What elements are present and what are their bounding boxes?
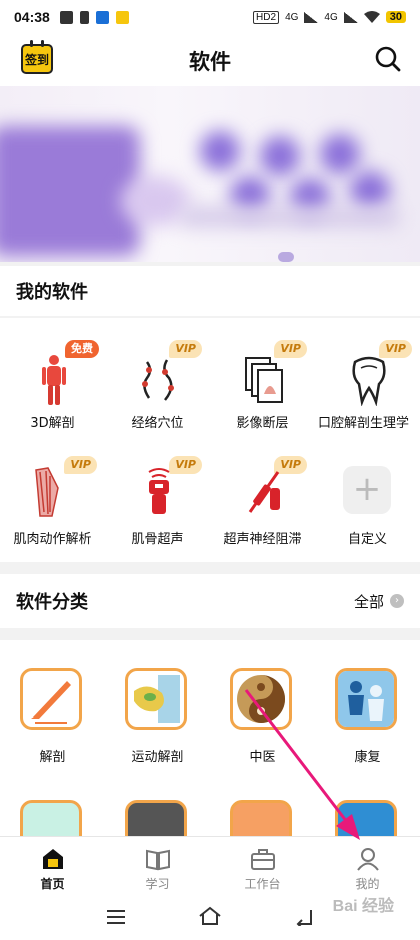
- status-time: 04:38: [14, 9, 50, 25]
- view-all-button[interactable]: 全部 ›: [354, 591, 404, 612]
- app-label: 经络穴位: [131, 416, 184, 431]
- chevron-right-icon: ›: [390, 594, 404, 608]
- app-msk-ultrasound[interactable]: VIP 肌骨超声: [105, 446, 210, 556]
- cases-icon: [335, 800, 397, 836]
- categories-header: 软件分类 全部 ›: [0, 574, 420, 628]
- battery-icon: 30: [385, 11, 406, 23]
- wifi-icon: [363, 11, 380, 23]
- sim-icon: [79, 10, 89, 24]
- my-software-grid: 免费 3D解剖 VIP 经络穴位 VIP 影像断层 VIP 口腔解剖生理学 VI…: [0, 318, 420, 562]
- tab-mine[interactable]: 我的: [315, 837, 420, 894]
- notification-icon: [59, 10, 73, 24]
- category-label: 中医: [249, 750, 276, 765]
- tooth-category-icon: [20, 800, 82, 836]
- hd-indicator: HD2: [253, 10, 280, 24]
- app-label: 口腔解剖生理学: [317, 416, 409, 431]
- taiji-icon: [230, 668, 292, 730]
- xray-icon: [125, 800, 187, 836]
- vip-badge: VIP: [64, 456, 97, 474]
- category-sports-anatomy[interactable]: 运动解剖: [105, 668, 210, 788]
- category-label: 康复: [354, 750, 381, 765]
- category-anatomy[interactable]: 解剖: [0, 668, 105, 788]
- banner-graphic: [200, 131, 240, 171]
- app-custom[interactable]: + 自定义: [315, 446, 420, 556]
- banner-graphic: [260, 136, 300, 176]
- search-icon[interactable]: [374, 45, 402, 73]
- meridian-icon: [142, 359, 174, 401]
- tab-learn[interactable]: 学习: [105, 837, 210, 894]
- muscle-icon: [35, 467, 59, 517]
- tooth-icon: [352, 356, 386, 406]
- briefcase-icon: [250, 849, 275, 870]
- app-label: 3D解剖: [30, 416, 75, 431]
- my-software-header: 我的软件: [0, 266, 420, 316]
- tab-label: 工作台: [244, 877, 281, 891]
- home-icon: [42, 849, 63, 869]
- ultrasound-probe-icon: [148, 468, 170, 514]
- tab-workbench[interactable]: 工作台: [210, 837, 315, 894]
- app-label: 肌肉动作解析: [13, 532, 92, 547]
- section-title: 我的软件: [16, 282, 88, 303]
- app-label: 肌骨超声: [131, 532, 184, 547]
- category-exam[interactable]: [210, 800, 315, 836]
- exam-icon: [230, 800, 292, 836]
- app-notify-icon-2: [115, 10, 129, 24]
- home-nav-icon[interactable]: [198, 906, 222, 926]
- signal-icon: [304, 11, 319, 23]
- bottom-tab-bar: 首页 学习 工作台 我的: [0, 836, 420, 894]
- page-title: 软件: [189, 50, 231, 74]
- banner-page-indicator: [278, 252, 294, 262]
- app-3d-anatomy[interactable]: 免费 3D解剖: [0, 328, 105, 438]
- category-dental[interactable]: [0, 800, 105, 836]
- signal-icon-2: [343, 11, 358, 23]
- categories-grid: 解剖 运动解剖 中医 康复: [0, 640, 420, 836]
- app-oral-anatomy[interactable]: VIP 口腔解剖生理学: [315, 328, 420, 438]
- book-icon: [145, 849, 170, 871]
- status-bar: 04:38 HD2 4G 4G 30: [0, 0, 420, 34]
- scalpel-icon: [20, 668, 82, 730]
- banner-graphic: [180, 206, 400, 228]
- app-meridian-points[interactable]: VIP 经络穴位: [105, 328, 210, 438]
- app-label: 自定义: [347, 532, 387, 547]
- rehab-icon: [335, 668, 397, 730]
- app-label: 影像断层: [236, 416, 289, 431]
- view-all-label: 全部: [353, 592, 384, 611]
- back-icon[interactable]: [294, 908, 314, 926]
- app-header: 签到 软件: [0, 34, 420, 86]
- imaging-slices-icon: [245, 357, 283, 403]
- person-icon: [356, 848, 379, 871]
- promo-banner[interactable]: [0, 86, 420, 262]
- category-rehab[interactable]: 康复: [315, 668, 420, 788]
- category-tcm[interactable]: 中医: [210, 668, 315, 788]
- tab-home[interactable]: 首页: [0, 837, 105, 894]
- network-label-1: 4G: [285, 11, 299, 23]
- app-label: 超声神经阻滞: [223, 532, 302, 547]
- watermark-text: Bai 经验: [332, 898, 394, 915]
- section-title: 软件分类: [16, 592, 88, 613]
- app-nerve-block[interactable]: VIP 超声神经阻滞: [210, 446, 315, 556]
- category-label: 解剖: [39, 750, 66, 765]
- app-notify-icon: [95, 10, 109, 24]
- banner-graphic: [350, 171, 390, 211]
- banner-graphic: [0, 126, 140, 256]
- tab-label: 我的: [355, 877, 380, 891]
- category-cases[interactable]: [315, 800, 420, 836]
- plus-icon: +: [343, 466, 391, 514]
- tab-label: 首页: [40, 877, 65, 891]
- category-imaging[interactable]: [105, 800, 210, 836]
- app-imaging-slices[interactable]: VIP 影像断层: [210, 328, 315, 438]
- nerve-block-icon: [248, 471, 280, 513]
- banner-graphic: [320, 134, 360, 174]
- network-label-2: 4G: [324, 11, 338, 23]
- body-model-icon: [42, 355, 66, 405]
- tab-label: 学习: [145, 877, 170, 891]
- app-muscle-action[interactable]: VIP 肌肉动作解析: [0, 446, 105, 556]
- category-label: 运动解剖: [131, 750, 184, 765]
- menu-icon[interactable]: [106, 910, 126, 924]
- knee-joint-icon: [125, 668, 187, 730]
